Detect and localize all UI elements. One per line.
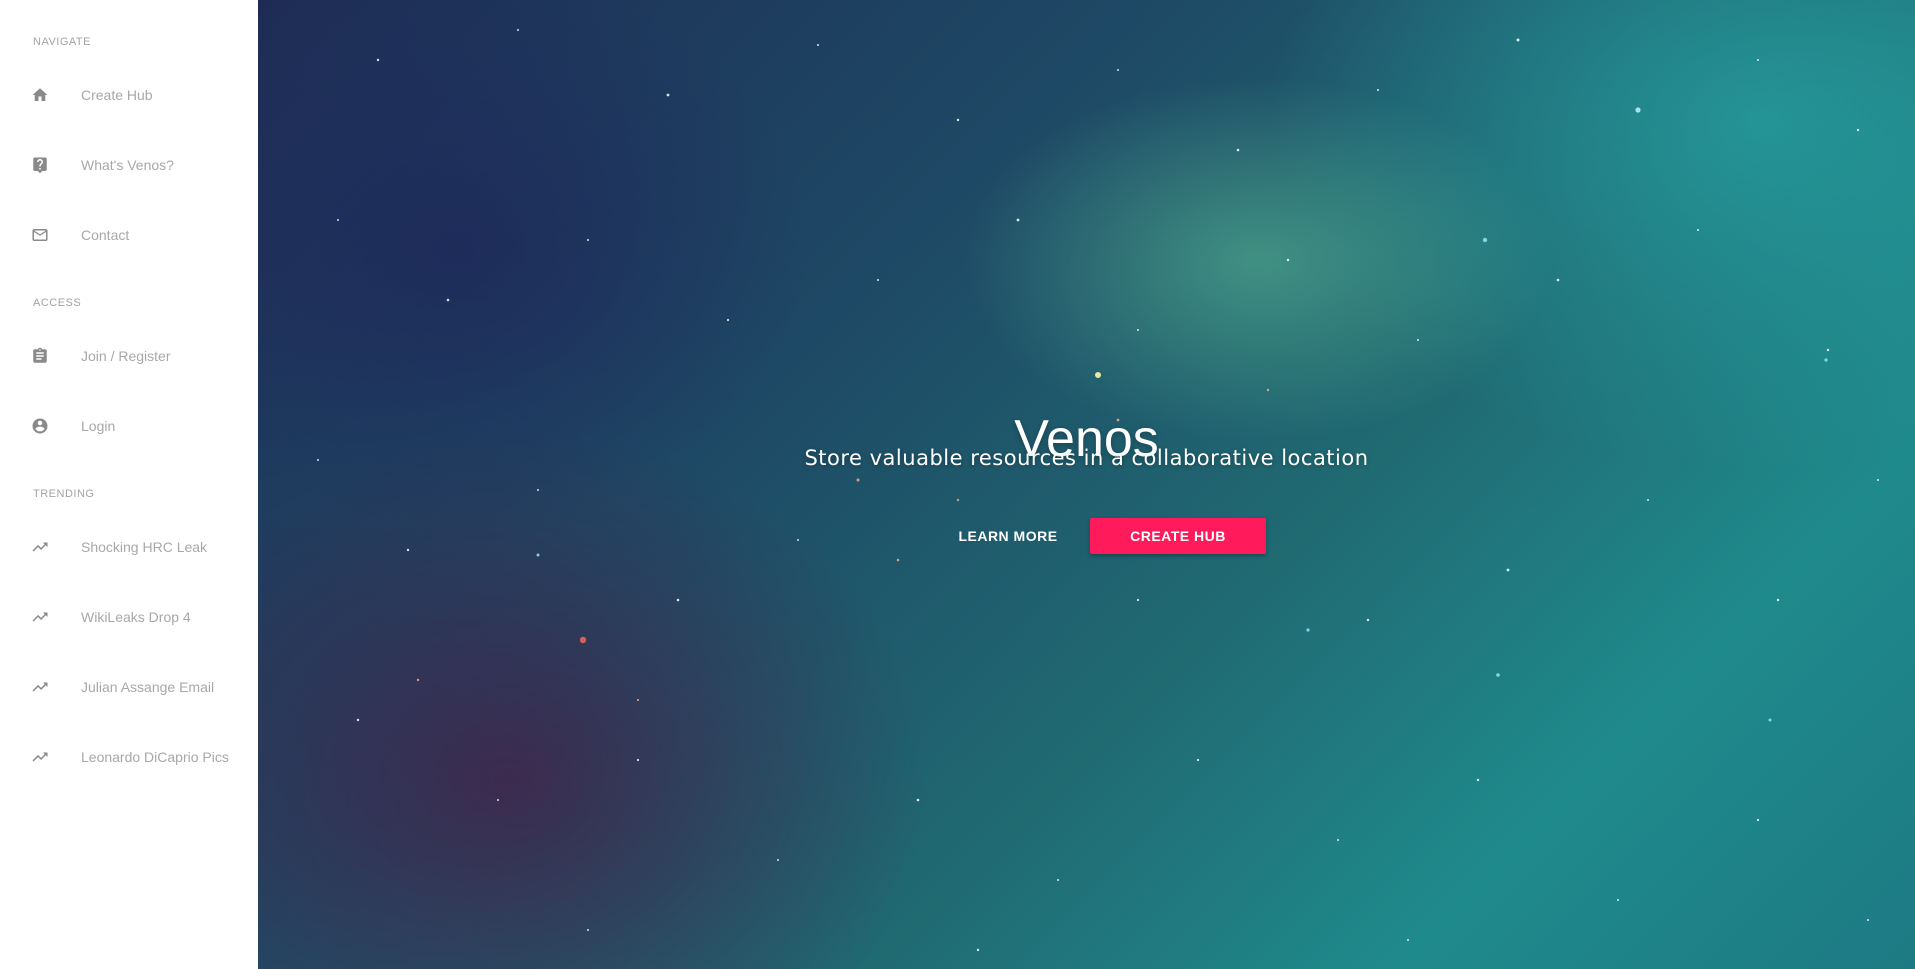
- sidebar-item-join-register[interactable]: Join / Register: [0, 332, 258, 380]
- account-circle-icon: [30, 416, 50, 436]
- sidebar-item-label: WikiLeaks Drop 4: [81, 609, 191, 625]
- section-header-navigate: NAVIGATE: [33, 36, 91, 48]
- sidebar-item-create-hub[interactable]: Create Hub: [0, 71, 258, 119]
- sidebar-item-login[interactable]: Login: [0, 402, 258, 450]
- sidebar-item-label: Contact: [81, 227, 130, 243]
- section-header-access: ACCESS: [33, 297, 82, 309]
- help-icon: [30, 155, 50, 175]
- sidebar-item-trending-1[interactable]: Shocking HRC Leak: [0, 523, 258, 571]
- sidebar-item-label: What's Venos?: [81, 157, 174, 173]
- trending-up-icon: [30, 537, 50, 557]
- sidebar-item-whats-venos[interactable]: What's Venos?: [0, 141, 258, 189]
- learn-more-button[interactable]: LEARN MORE: [943, 518, 1073, 554]
- hero-section: Venos Store valuable resources in a coll…: [258, 0, 1915, 969]
- trending-up-icon: [30, 607, 50, 627]
- sidebar-item-label: Leonardo DiCaprio Pics: [81, 749, 229, 765]
- sidebar-item-label: Julian Assange Email: [81, 679, 215, 695]
- sidebar-item-trending-3[interactable]: Julian Assange Email: [0, 663, 258, 711]
- hero-subtitle: Store valuable resources in a collaborat…: [804, 446, 1369, 470]
- sidebar-item-label: Join / Register: [81, 348, 171, 364]
- sidebar-item-label: Shocking HRC Leak: [81, 539, 208, 555]
- trending-up-icon: [30, 677, 50, 697]
- sidebar-item-label: Login: [81, 418, 116, 434]
- mail-icon: [30, 225, 50, 245]
- sidebar-item-contact[interactable]: Contact: [0, 211, 258, 259]
- sidebar: NAVIGATE Create Hub What's Venos? Contac…: [0, 0, 258, 969]
- sidebar-item-trending-4[interactable]: Leonardo DiCaprio Pics: [0, 733, 258, 781]
- starfield-background: [317, 29, 1879, 952]
- sidebar-item-label: Create Hub: [81, 87, 153, 103]
- home-icon: [30, 85, 50, 105]
- create-hub-button[interactable]: CREATE HUB: [1090, 518, 1266, 554]
- section-header-trending: TRENDING: [33, 488, 95, 500]
- trending-up-icon: [30, 747, 50, 767]
- clipboard-icon: [30, 346, 50, 366]
- sidebar-item-trending-2[interactable]: WikiLeaks Drop 4: [0, 593, 258, 641]
